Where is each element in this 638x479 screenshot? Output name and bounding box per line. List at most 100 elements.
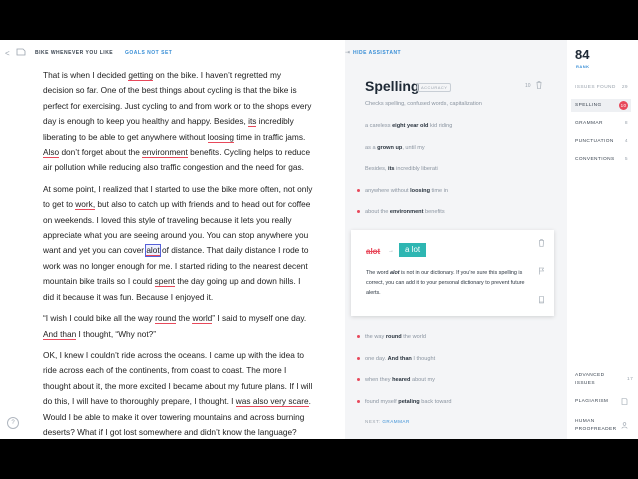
hide-assistant-button[interactable]: HIDE ASSISTANT (353, 50, 401, 56)
alert-context: the world (401, 334, 426, 340)
accuracy-badge: ACCURACY (417, 83, 452, 92)
text-run: ” I said to myself one day. (212, 313, 307, 324)
alert-context: I thought (411, 355, 436, 362)
sidebar-item-label: CONVENTIONS (575, 157, 615, 162)
back-chevron-icon[interactable]: < (5, 49, 10, 58)
issue-word[interactable]: work, (75, 199, 96, 211)
alert-item[interactable]: found myself petaling back toward (357, 398, 452, 405)
suggestion-card[interactable]: alot → a lot The word alot is not in our… (351, 230, 554, 316)
issue-word[interactable]: Also (43, 147, 60, 159)
alert-context: found myself (365, 398, 399, 405)
plagiarism-item[interactable]: PLAGIARISM (575, 398, 608, 406)
alert-dot-icon (357, 335, 360, 338)
category-description: Checks spelling, confused words, capital… (365, 101, 482, 107)
text-run: I thought, “Why not?” (76, 328, 156, 339)
paragraph: That is when I decided getting on the bi… (43, 68, 313, 176)
alert-item[interactable]: the way round the world (357, 334, 426, 340)
next-category[interactable]: NEXT: GRAMMAR (365, 419, 410, 424)
advanced-issues-item[interactable]: ADVANCED ISSUES 17 (575, 372, 633, 388)
category-title: Spelling (365, 78, 420, 94)
alert-dot-icon (357, 210, 360, 213)
issue-word[interactable]: And than (43, 328, 77, 340)
plagiarism-icon (621, 398, 628, 405)
alert-dot-icon (357, 378, 360, 381)
alert-context: about the (365, 209, 390, 215)
original-word: alot (366, 247, 381, 256)
alert-item[interactable]: anywhere without loosing time in (357, 187, 448, 194)
editor-text[interactable]: That is when I decided getting on the bi… (43, 68, 313, 439)
sidebar-item-count: 29 (621, 85, 628, 90)
document-topbar: < BIKE WHENEVER YOU LIKE GOALS NOT SET (0, 40, 345, 68)
text-run: time in traffic jams. (233, 131, 306, 142)
flag-icon[interactable] (538, 267, 545, 275)
goals-link[interactable]: GOALS NOT SET (125, 50, 172, 56)
alert-highlight: petaling (398, 398, 420, 405)
alert-context: back toward (419, 398, 452, 405)
alert-item[interactable]: about the environment benefits (357, 209, 445, 215)
issue-word[interactable]: world (192, 313, 213, 325)
issue-word[interactable]: getting (128, 70, 154, 81)
alert-highlight: environment (389, 209, 424, 215)
text-run: “I wish I could bike all the way (43, 313, 156, 324)
document-icon (16, 48, 26, 56)
alert-dot-icon (357, 399, 360, 403)
alert-dot-icon (357, 356, 360, 360)
alert-context: a careless (365, 123, 393, 129)
alert-context: , until my (402, 144, 425, 151)
human-proofreader-item[interactable]: HUMAN PROOFREADER (575, 418, 616, 434)
sidebar-item-conventions[interactable]: CONVENTIONS 5 (571, 153, 631, 166)
paragraph: At some point, I realized that I started… (43, 182, 313, 305)
alert-highlight: round (385, 334, 402, 340)
alert-highlight: loosing (410, 187, 430, 194)
issue-word[interactable]: spent (154, 276, 175, 288)
assistant-panel: ⇥ HIDE ASSISTANT Spelling ACCURACY 10 Ch… (345, 40, 567, 439)
alert-item[interactable]: a careless eight year old kid riding (365, 123, 452, 129)
sidebar-item-count: 8 (624, 121, 628, 126)
score-value: 84 (575, 47, 590, 62)
alert-context: kid riding (428, 123, 453, 129)
category-count: 10 (525, 83, 531, 89)
alert-item[interactable]: one day. And than I thought (357, 355, 436, 362)
alert-context: the way (365, 334, 386, 340)
alert-context: benefits (423, 209, 445, 215)
sidebar-item-label: GRAMMAR (575, 121, 603, 126)
alert-context: as a (365, 144, 378, 151)
sidebar-item-label: PUNCTUATION (575, 139, 614, 144)
apply-fix-button[interactable]: a lot (399, 243, 427, 257)
sidebar-item-punctuation[interactable]: PUNCTUATION 4 (571, 135, 631, 148)
arrow-icon: → (388, 248, 394, 254)
issue-word[interactable]: loosing (207, 131, 234, 143)
active-issue-word[interactable]: alot (145, 244, 161, 258)
person-icon (621, 422, 628, 429)
sidebar-item-count: 10 (619, 101, 628, 110)
issue-word[interactable]: round (155, 313, 177, 325)
sidebar-item-grammar[interactable]: GRAMMAR 8 (571, 117, 631, 130)
alert-context: anywhere without (365, 187, 411, 194)
alert-item[interactable]: Besides, its incredibly liberati (365, 166, 438, 172)
trash-icon[interactable] (536, 81, 542, 89)
alert-context: when they (365, 377, 393, 383)
score-label[interactable]: RANK (576, 64, 590, 69)
alert-item[interactable]: as a grown up, until my (365, 145, 425, 151)
sidebar-item-issues-found[interactable]: ISSUES FOUND 29 (571, 81, 631, 94)
paragraph: “I wish I could bike all the way round t… (43, 311, 313, 342)
text-run: the (176, 313, 193, 324)
alert-item[interactable]: when they heared about my (357, 377, 435, 383)
app-window: < BIKE WHENEVER YOU LIKE GOALS NOT SET T… (0, 40, 638, 439)
issue-word[interactable]: environment (142, 147, 188, 159)
document-title[interactable]: BIKE WHENEVER YOU LIKE (35, 50, 113, 56)
issue-word[interactable]: was also very scare (235, 396, 309, 408)
alert-highlight: grown up (377, 144, 403, 151)
alert-context: incredibly liberati (394, 166, 438, 172)
dismiss-trash-icon[interactable] (538, 239, 545, 247)
text-run: don’t forget about the (59, 147, 143, 158)
alert-context: one day. (365, 355, 388, 362)
alert-highlight: And than (387, 355, 412, 362)
sidebar-item-spelling[interactable]: SPELLING 10 (571, 99, 631, 112)
paragraph: OK, I knew I couldn’t ride across the oc… (43, 348, 313, 439)
alert-context: Besides, (365, 166, 389, 172)
help-icon[interactable]: ? (7, 417, 19, 429)
alert-context: about my (410, 377, 435, 383)
add-to-dictionary-icon[interactable] (538, 296, 545, 304)
text-run: That is when I decided (43, 70, 129, 80)
